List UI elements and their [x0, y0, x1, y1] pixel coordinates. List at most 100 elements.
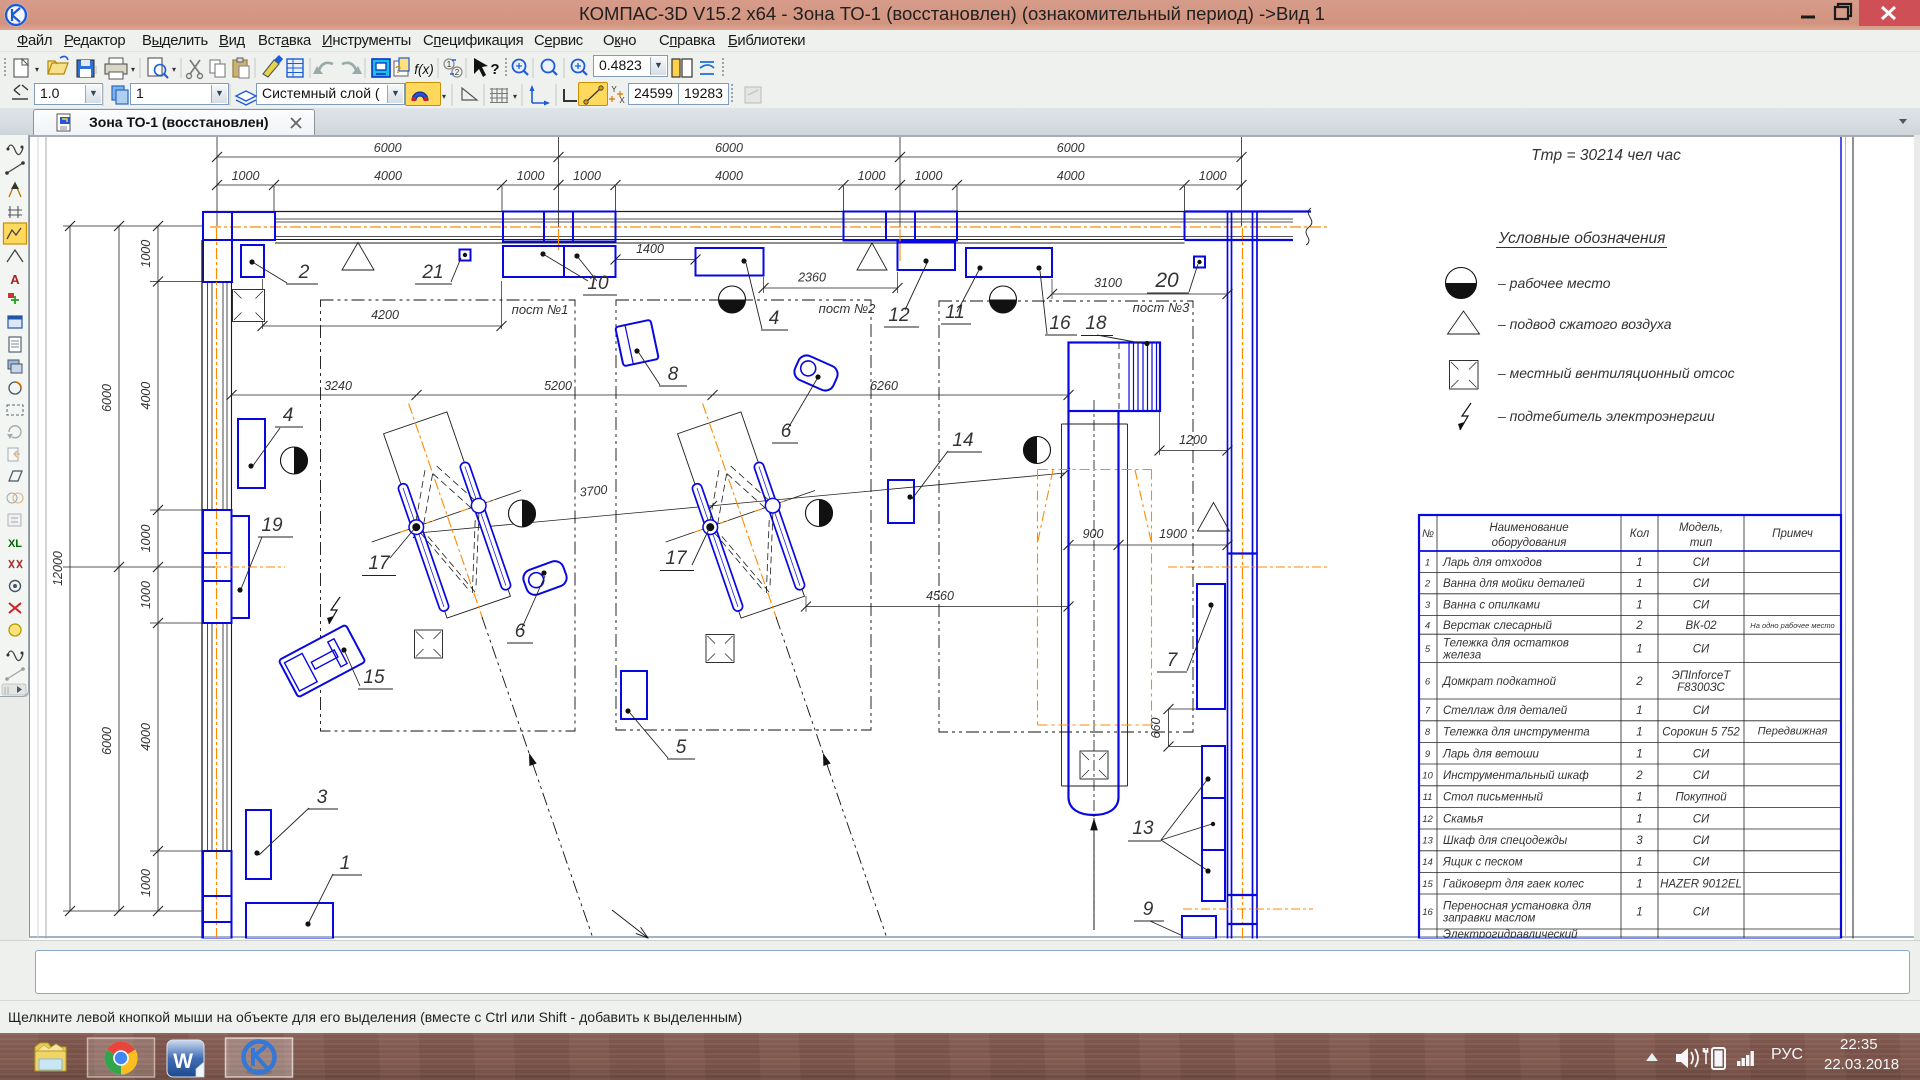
- svg-text:1000: 1000: [517, 169, 545, 183]
- svg-text:1: 1: [1636, 727, 1642, 739]
- svg-text:Ванна для мойки деталей: Ванна для мойки деталей: [1443, 578, 1585, 590]
- svg-text:12000: 12000: [51, 551, 65, 586]
- svg-text:Ларь для отходов: Ларь для отходов: [1442, 557, 1542, 569]
- svg-text:6000: 6000: [100, 384, 114, 412]
- svg-text:▾: ▾: [35, 65, 39, 74]
- svg-text:900: 900: [1083, 527, 1104, 541]
- svg-text:1: 1: [1636, 643, 1642, 655]
- svg-text:пост №1: пост №1: [512, 302, 569, 317]
- svg-text:13: 13: [1422, 835, 1433, 846]
- svg-text:4000: 4000: [715, 169, 743, 183]
- svg-text:1: 1: [1636, 878, 1642, 890]
- svg-text:СИ: СИ: [1693, 907, 1710, 919]
- svg-text:пост №2: пост №2: [819, 301, 876, 316]
- svg-text:4560: 4560: [926, 589, 954, 603]
- svg-text:Y: Y: [611, 85, 617, 94]
- svg-text:Шкаф для спецодежды: Шкаф для спецодежды: [1443, 835, 1568, 847]
- svg-text:СИ: СИ: [1693, 770, 1710, 782]
- svg-text:1: 1: [1636, 557, 1642, 569]
- svg-text:7: 7: [1167, 650, 1179, 671]
- svg-text:1000: 1000: [139, 240, 153, 268]
- svg-text:9: 9: [1425, 749, 1431, 760]
- svg-text:1000: 1000: [915, 169, 943, 183]
- svg-text:1: 1: [1636, 792, 1642, 804]
- svg-text:СИ: СИ: [1693, 835, 1710, 847]
- svg-text:Тележка для инструмента: Тележка для инструмента: [1443, 727, 1590, 739]
- svg-text:3: 3: [1425, 600, 1431, 611]
- svg-text:3: 3: [317, 787, 328, 808]
- svg-text:– рабочее место: – рабочее место: [1497, 275, 1611, 291]
- svg-text:СИ: СИ: [1693, 857, 1710, 869]
- svg-text:X: X: [619, 96, 625, 105]
- svg-text:16: 16: [1422, 907, 1433, 918]
- svg-text:f(x): f(x): [414, 62, 434, 77]
- svg-text:1000: 1000: [858, 169, 886, 183]
- svg-text:XL: XL: [8, 538, 22, 550]
- svg-text:6000: 6000: [100, 727, 114, 755]
- svg-text:W: W: [173, 1050, 193, 1073]
- svg-text:14: 14: [952, 430, 973, 451]
- svg-text:1: 1: [1636, 600, 1642, 612]
- svg-text:Сорокин 5 752: Сорокин 5 752: [1662, 727, 1740, 739]
- svg-text:6000: 6000: [1057, 141, 1085, 155]
- svg-text:Кол: Кол: [1630, 528, 1650, 540]
- svg-text:2: 2: [455, 68, 460, 77]
- svg-text:1000: 1000: [573, 169, 601, 183]
- svg-text:СИ: СИ: [1693, 643, 1710, 655]
- svg-text:4: 4: [1425, 620, 1430, 631]
- svg-text:8: 8: [1425, 727, 1431, 738]
- svg-text:2360: 2360: [797, 271, 826, 285]
- svg-text:5200: 5200: [544, 379, 572, 393]
- svg-text:№: №: [1422, 528, 1434, 540]
- svg-text:Ларь для ветоши: Ларь для ветоши: [1442, 748, 1540, 760]
- svg-text:4000: 4000: [374, 169, 402, 183]
- svg-text:4200: 4200: [371, 308, 399, 322]
- svg-text:Условные обозначения: Условные обозначения: [1498, 230, 1666, 247]
- svg-text:СИ: СИ: [1693, 600, 1710, 612]
- svg-text:Стеллаж для деталей: Стеллаж для деталей: [1443, 705, 1568, 717]
- svg-text:660: 660: [1149, 718, 1163, 739]
- svg-text:3700: 3700: [579, 483, 608, 500]
- svg-text:1000: 1000: [139, 581, 153, 609]
- svg-text:11: 11: [945, 302, 965, 323]
- svg-text:На одно рабочее место: На одно рабочее место: [1750, 621, 1834, 630]
- svg-text:F8300ЗС: F8300ЗС: [1677, 682, 1725, 694]
- svg-text:4000: 4000: [139, 723, 153, 751]
- svg-text:15: 15: [363, 667, 385, 688]
- svg-text:19: 19: [261, 515, 283, 536]
- svg-text:1000: 1000: [139, 525, 153, 553]
- svg-text:1400: 1400: [636, 242, 664, 256]
- svg-text:4000: 4000: [139, 382, 153, 410]
- svg-text:10: 10: [1422, 770, 1433, 781]
- svg-text:Гайковерт для гаек колес: Гайковерт для гаек колес: [1443, 878, 1584, 890]
- svg-text:пост №3: пост №3: [1133, 300, 1190, 315]
- svg-text:1000: 1000: [232, 169, 260, 183]
- svg-text:– местный вентиляционный отсо: – местный вентиляционный отсос: [1497, 365, 1735, 381]
- svg-text:A: A: [10, 272, 20, 287]
- svg-text:6000: 6000: [715, 141, 743, 155]
- svg-text:СИ: СИ: [1693, 813, 1710, 825]
- svg-text:14: 14: [1422, 857, 1433, 868]
- svg-text:Переносная установка для: Переносная установка для: [1443, 901, 1591, 913]
- svg-text:– подтебитель электроэнергии: – подтебитель электроэнергии: [1497, 408, 1715, 424]
- svg-text:12: 12: [888, 305, 910, 326]
- svg-text:1: 1: [1425, 557, 1430, 568]
- svg-text:Инструментальный шкаф: Инструментальный шкаф: [1443, 770, 1589, 782]
- svg-text:Передвижная: Передвижная: [1758, 726, 1828, 738]
- svg-text:2: 2: [1424, 579, 1431, 590]
- svg-text:5: 5: [1425, 644, 1431, 655]
- svg-text:Примеч: Примеч: [1772, 528, 1813, 540]
- svg-text:Ящик с песком: Ящик с песком: [1442, 857, 1523, 869]
- svg-text:заправки маслом: заправки маслом: [1442, 913, 1536, 925]
- svg-text:Тmp = 30214 чел час: Тmp = 30214 чел час: [1531, 147, 1681, 164]
- svg-text:7: 7: [1425, 705, 1431, 716]
- svg-text:Электрогидравлический: Электрогидравлический: [1443, 929, 1578, 941]
- svg-text:18: 18: [1085, 313, 1107, 334]
- svg-text:▾: ▾: [513, 92, 517, 101]
- svg-text:1: 1: [1636, 705, 1642, 717]
- svg-text:16: 16: [1049, 313, 1071, 334]
- svg-text:5: 5: [676, 737, 687, 758]
- svg-text:1: 1: [1636, 813, 1642, 825]
- svg-text:▾: ▾: [131, 65, 135, 74]
- svg-text:СИ: СИ: [1693, 748, 1710, 760]
